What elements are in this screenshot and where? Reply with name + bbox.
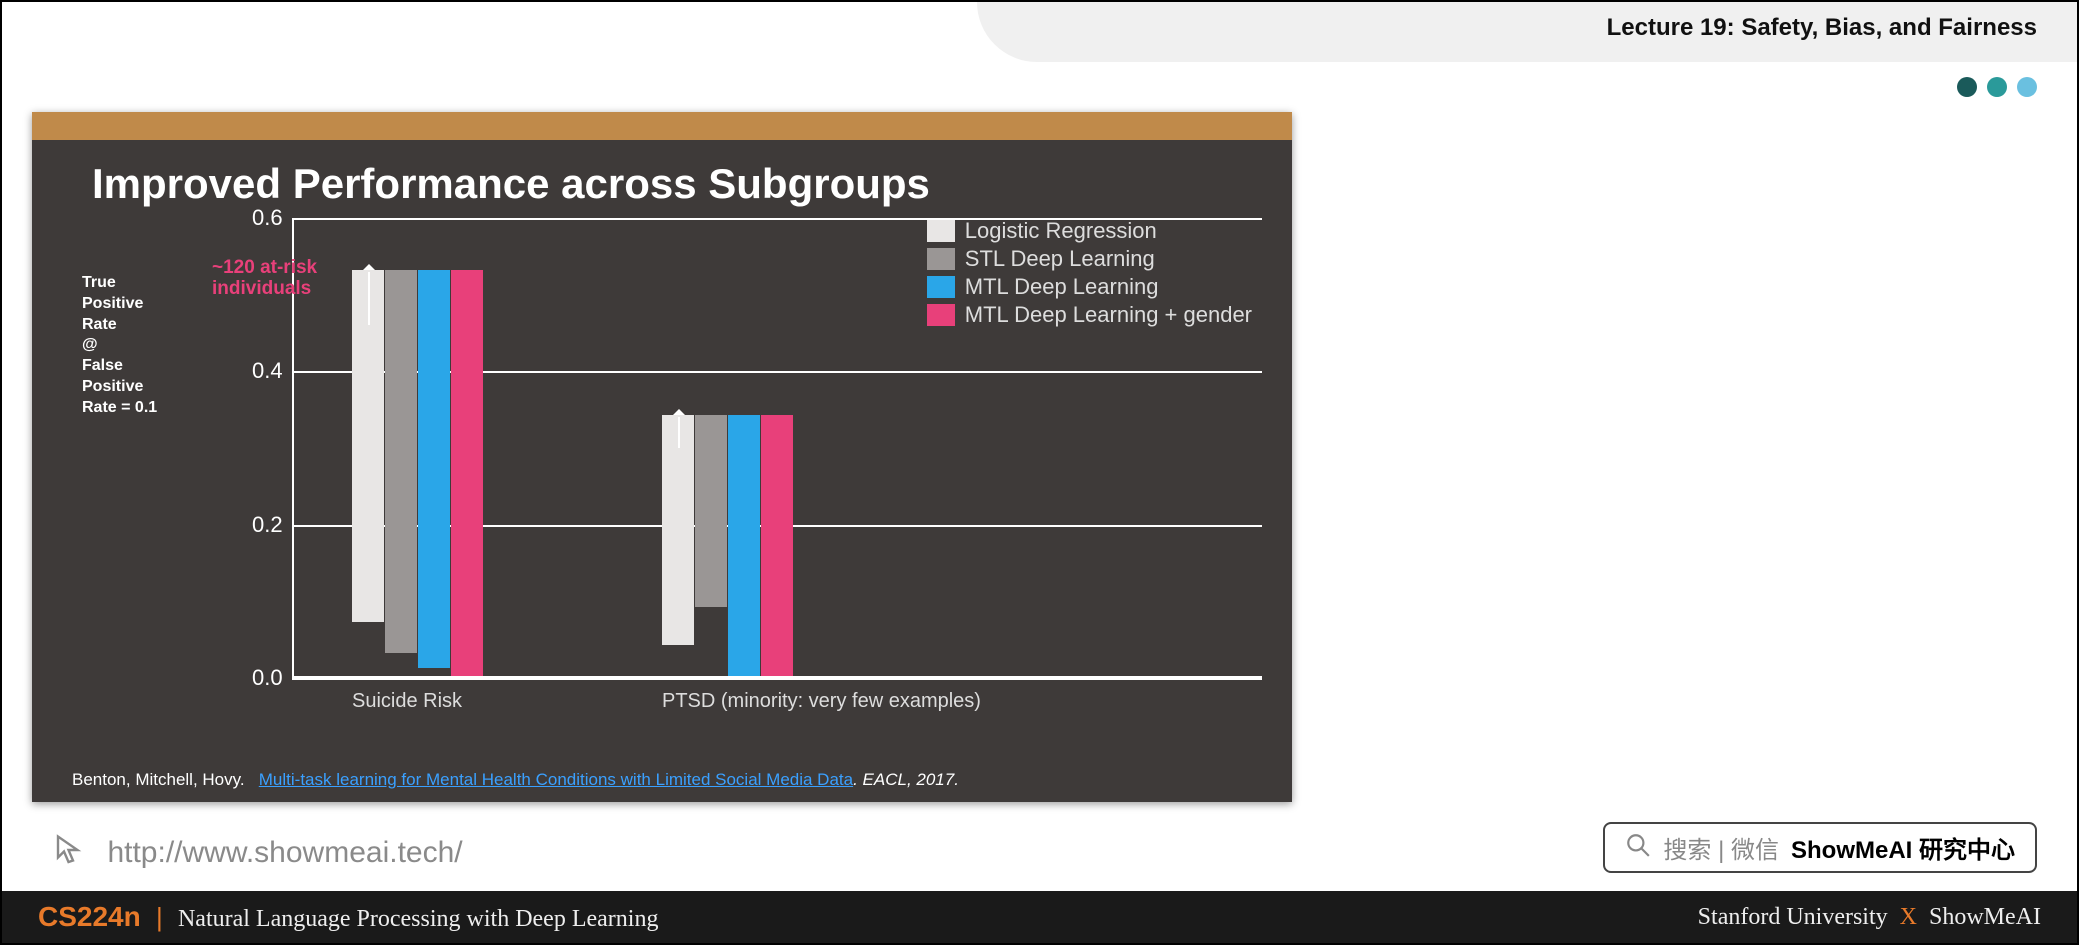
x-category-label: Suicide Risk <box>352 690 462 713</box>
citation: Benton, Mitchell, Hovy. Multi-task learn… <box>72 770 1252 790</box>
footer-org-a: Stanford University <box>1698 904 1888 930</box>
decorative-dots <box>1957 77 2037 97</box>
plot-area: Logistic RegressionSTL Deep LearningMTL … <box>262 218 1262 678</box>
search-brand: ShowMeAI 研究中心 <box>1791 830 2015 865</box>
footer-org-b: ShowMeAI <box>1929 904 2041 930</box>
search-box[interactable]: 搜索 | 微信 ShowMeAI 研究中心 <box>1603 822 2037 873</box>
legend-item: Logistic Regression <box>927 218 1252 244</box>
course-code: CS224n <box>38 901 141 932</box>
dot-icon <box>1957 77 1977 97</box>
bar-group <box>352 270 483 676</box>
citation-venue: . EACL, 2017. <box>853 770 959 789</box>
footer-bar: CS224n | Natural Language Processing wit… <box>2 891 2077 943</box>
y-tick: 0.2 <box>252 512 283 538</box>
legend-label: Logistic Regression <box>965 218 1157 244</box>
search-icon <box>1625 832 1651 863</box>
annotation-text: ~120 at-riskindividuals <box>212 258 317 300</box>
legend: Logistic RegressionSTL Deep LearningMTL … <box>927 218 1252 330</box>
bar <box>418 270 450 669</box>
bar <box>695 415 727 607</box>
chart: TruePositiveRate@FalsePositiveRate = 0.1… <box>72 218 1252 718</box>
y-tick: 0.0 <box>252 665 283 691</box>
legend-item: MTL Deep Learning + gender <box>927 302 1252 328</box>
y-axis-label: TruePositiveRate@FalsePositiveRate = 0.1 <box>82 273 202 419</box>
legend-swatch <box>927 276 955 298</box>
search-hint: 搜索 | 微信 <box>1663 830 1779 865</box>
y-tick: 0.4 <box>252 358 283 384</box>
citation-authors: Benton, Mitchell, Hovy. <box>72 770 245 789</box>
gridline <box>292 218 1262 220</box>
legend-label: STL Deep Learning <box>965 246 1155 272</box>
bar <box>728 415 760 676</box>
legend-swatch <box>927 220 955 242</box>
legend-item: STL Deep Learning <box>927 246 1252 272</box>
bar <box>451 270 483 676</box>
citation-link[interactable]: Multi-task learning for Mental Health Co… <box>259 770 853 789</box>
arrow-icon <box>368 272 370 326</box>
arrow-icon <box>678 417 680 448</box>
separator: | <box>156 902 163 932</box>
cursor-icon <box>52 832 88 873</box>
legend-label: MTL Deep Learning + gender <box>965 302 1252 328</box>
slide-topbar <box>32 112 1292 140</box>
x-category-label: PTSD (minority: very few examples) <box>662 690 981 713</box>
lecture-title: Lecture 19: Safety, Bias, and Fairness <box>1607 14 2037 42</box>
bar <box>385 270 417 653</box>
dot-icon <box>1987 77 2007 97</box>
legend-label: MTL Deep Learning <box>965 274 1159 300</box>
legend-swatch <box>927 248 955 270</box>
footer-x: X <box>1900 904 1917 930</box>
legend-item: MTL Deep Learning <box>927 274 1252 300</box>
bar <box>662 415 694 645</box>
gridline <box>292 678 1262 680</box>
y-tick: 0.6 <box>252 205 283 231</box>
bar-group <box>662 415 793 676</box>
course-subtitle: Natural Language Processing with Deep Le… <box>178 906 659 932</box>
dot-icon <box>2017 77 2037 97</box>
slide-title: Improved Performance across Subgroups <box>32 140 1292 218</box>
embedded-slide: Improved Performance across Subgroups Tr… <box>32 112 1292 802</box>
legend-swatch <box>927 304 955 326</box>
url-row: http://www.showmeai.tech/ 搜索 | 微信 ShowMe… <box>52 822 2037 873</box>
source-url[interactable]: http://www.showmeai.tech/ <box>107 836 462 869</box>
bar <box>761 415 793 676</box>
